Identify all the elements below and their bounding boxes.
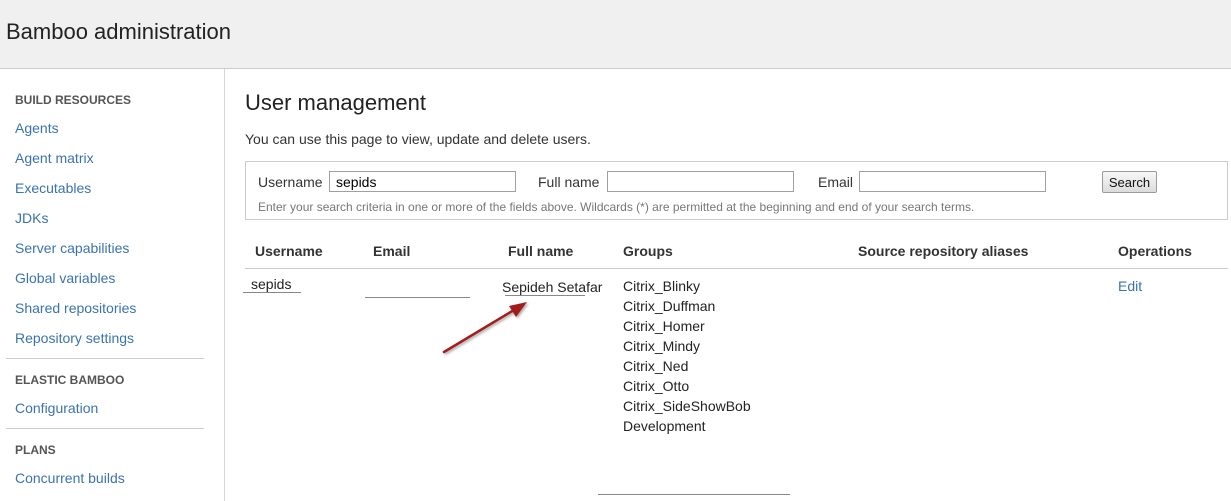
app-title: Bamboo administration [6,19,232,44]
column-header-username: Username [255,243,323,259]
group-item: Citrix_Duffman [623,298,716,314]
fullname-label: Full name [538,174,600,190]
sidebar-item-concurrent-builds[interactable]: Concurrent builds [15,470,125,486]
group-item: Development [623,418,706,434]
column-header-source-repository-aliases: Source repository aliases [858,243,1029,259]
edit-user-link[interactable]: Edit [1118,278,1142,294]
bottom-underline [598,494,790,495]
sidebar-heading-elastic-bamboo: ELASTIC BAMBOO [15,373,125,387]
sidebar-nav: BUILD RESOURCES Agents Agent matrix Exec… [0,69,225,501]
sidebar-item-shared-repositories[interactable]: Shared repositories [15,300,136,316]
page-description: You can use this page to view, update an… [245,131,591,147]
group-item: Citrix_Otto [623,378,690,394]
cell-username: sepids [251,276,292,292]
email-input[interactable] [859,171,1046,192]
fullname-input[interactable] [607,171,794,192]
group-item: Citrix_Mindy [623,338,701,354]
column-header-email: Email [373,243,411,259]
table-header-divider [245,268,1228,269]
search-button[interactable]: Search [1102,171,1157,193]
sidebar-heading-plans: PLANS [15,443,56,457]
username-underline [243,292,301,293]
email-underline [365,297,470,298]
group-item: Citrix_SideShowBob [623,398,751,414]
sidebar-divider [6,358,204,359]
sidebar-item-agents[interactable]: Agents [15,120,59,136]
sidebar-heading-build-resources: BUILD RESOURCES [15,93,132,107]
sidebar-item-configuration[interactable]: Configuration [15,400,98,416]
cell-full-name: Sepideh Setafar [502,279,603,295]
sidebar-item-executables[interactable]: Executables [15,180,91,196]
username-label: Username [258,174,323,190]
sidebar-item-repository-settings[interactable]: Repository settings [15,330,134,346]
column-header-groups: Groups [623,243,673,259]
sidebar-item-agent-matrix[interactable]: Agent matrix [15,150,94,166]
full-name-underline [505,295,585,296]
email-label: Email [818,174,854,190]
sidebar-divider [6,428,204,429]
group-item: Citrix_Homer [623,318,705,334]
column-header-operations: Operations [1118,243,1192,259]
page-title: User management [245,90,426,115]
search-hint: Enter your search criteria in one or mor… [258,200,975,214]
column-header-full-name: Full name [508,243,574,259]
user-search-form: Username Full name Email Search Enter yo… [245,161,1228,220]
group-item: Citrix_Ned [623,358,689,374]
sidebar-item-jdks[interactable]: JDKs [15,210,48,226]
username-input[interactable] [329,171,516,192]
top-header: Bamboo administration [0,0,1231,69]
sidebar-item-global-variables[interactable]: Global variables [15,270,115,286]
group-item: Citrix_Blinky [623,278,701,294]
sidebar-item-server-capabilities[interactable]: Server capabilities [15,240,129,256]
